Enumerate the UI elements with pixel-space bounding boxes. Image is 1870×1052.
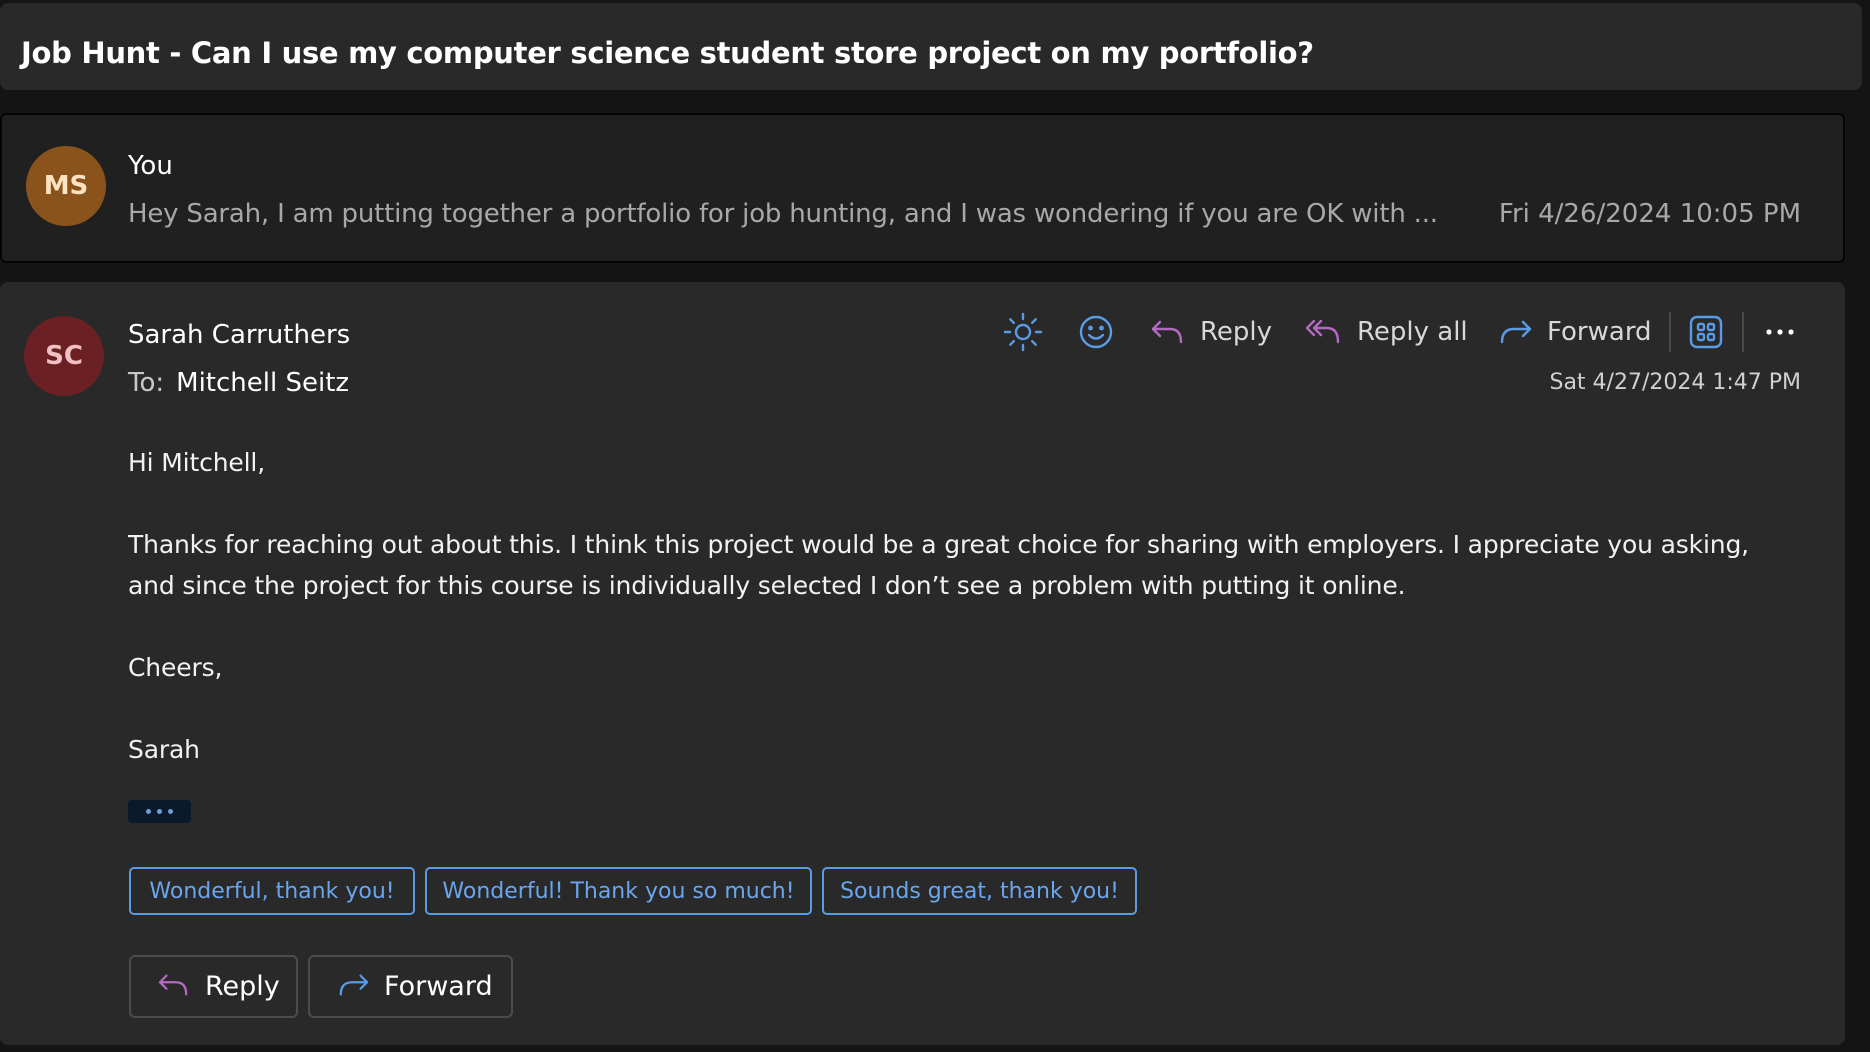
reply-icon <box>157 970 191 1004</box>
avatar: MS <box>26 146 106 226</box>
body-signature: Sarah <box>128 735 200 764</box>
message-preview: Hey Sarah, I am putting together a portf… <box>128 199 1438 229</box>
forward-action-button[interactable]: Forward <box>308 955 513 1018</box>
more-options-icon <box>1765 327 1795 337</box>
to-label: To: <box>128 368 165 398</box>
reply-all-button[interactable]: Reply all <box>1305 310 1468 354</box>
react-button[interactable] <box>1078 310 1114 354</box>
brightness-button[interactable] <box>1003 310 1043 354</box>
quick-reply-button[interactable]: Sounds great, thank you! <box>822 867 1137 915</box>
reply-label: Reply <box>205 971 280 1002</box>
body-paragraph-line: and since the project for this course is… <box>128 571 1406 600</box>
quick-reply-button[interactable]: Wonderful, thank you! <box>129 867 415 915</box>
sender-name: You <box>128 151 173 181</box>
message-expanded: SC Sarah Carruthers To: Mitchell Seitz R… <box>0 282 1845 1045</box>
smiley-icon <box>1078 314 1114 350</box>
conversation-header: Job Hunt - Can I use my computer science… <box>0 3 1862 90</box>
apps-button[interactable] <box>1689 310 1723 354</box>
reply-all-label: Reply all <box>1357 317 1468 347</box>
recipient-line: To: Mitchell Seitz <box>128 368 349 398</box>
toolbar-divider <box>1669 312 1671 352</box>
show-trimmed-content-button[interactable] <box>128 800 191 823</box>
reply-label: Reply <box>1200 317 1273 347</box>
body-closing: Cheers, <box>128 653 223 682</box>
message-toolbar: Reply Reply all Forward <box>0 310 1845 354</box>
more-options-button[interactable] <box>1765 310 1795 354</box>
dot-icon <box>146 809 151 814</box>
body-paragraph-line: Thanks for reaching out about this. I th… <box>128 530 1749 559</box>
reply-action-button[interactable]: Reply <box>129 955 298 1018</box>
body-greeting: Hi Mitchell, <box>128 448 266 477</box>
toolbar-divider <box>1742 312 1744 352</box>
forward-label: Forward <box>1547 317 1652 347</box>
forward-icon <box>336 970 370 1004</box>
apps-grid-icon <box>1689 315 1723 349</box>
sun-icon <box>1003 312 1043 352</box>
reply-icon <box>1150 316 1186 348</box>
message-collapsed[interactable]: MS You Hey Sarah, I am putting together … <box>0 113 1845 263</box>
forward-icon <box>1497 316 1533 348</box>
forward-button[interactable]: Forward <box>1497 310 1652 354</box>
quick-reply-button[interactable]: Wonderful! Thank you so much! <box>425 867 812 915</box>
conversation-subject: Job Hunt - Can I use my computer science… <box>21 36 1314 70</box>
dot-icon <box>157 809 162 814</box>
forward-label: Forward <box>384 971 493 1002</box>
dot-icon <box>168 809 173 814</box>
recipient-name[interactable]: Mitchell Seitz <box>176 368 349 398</box>
reply-button[interactable]: Reply <box>1150 310 1272 354</box>
reply-all-icon <box>1305 316 1343 348</box>
message-date: Fri 4/26/2024 10:05 PM <box>1498 199 1801 229</box>
message-date: Sat 4/27/2024 1:47 PM <box>1549 370 1801 395</box>
